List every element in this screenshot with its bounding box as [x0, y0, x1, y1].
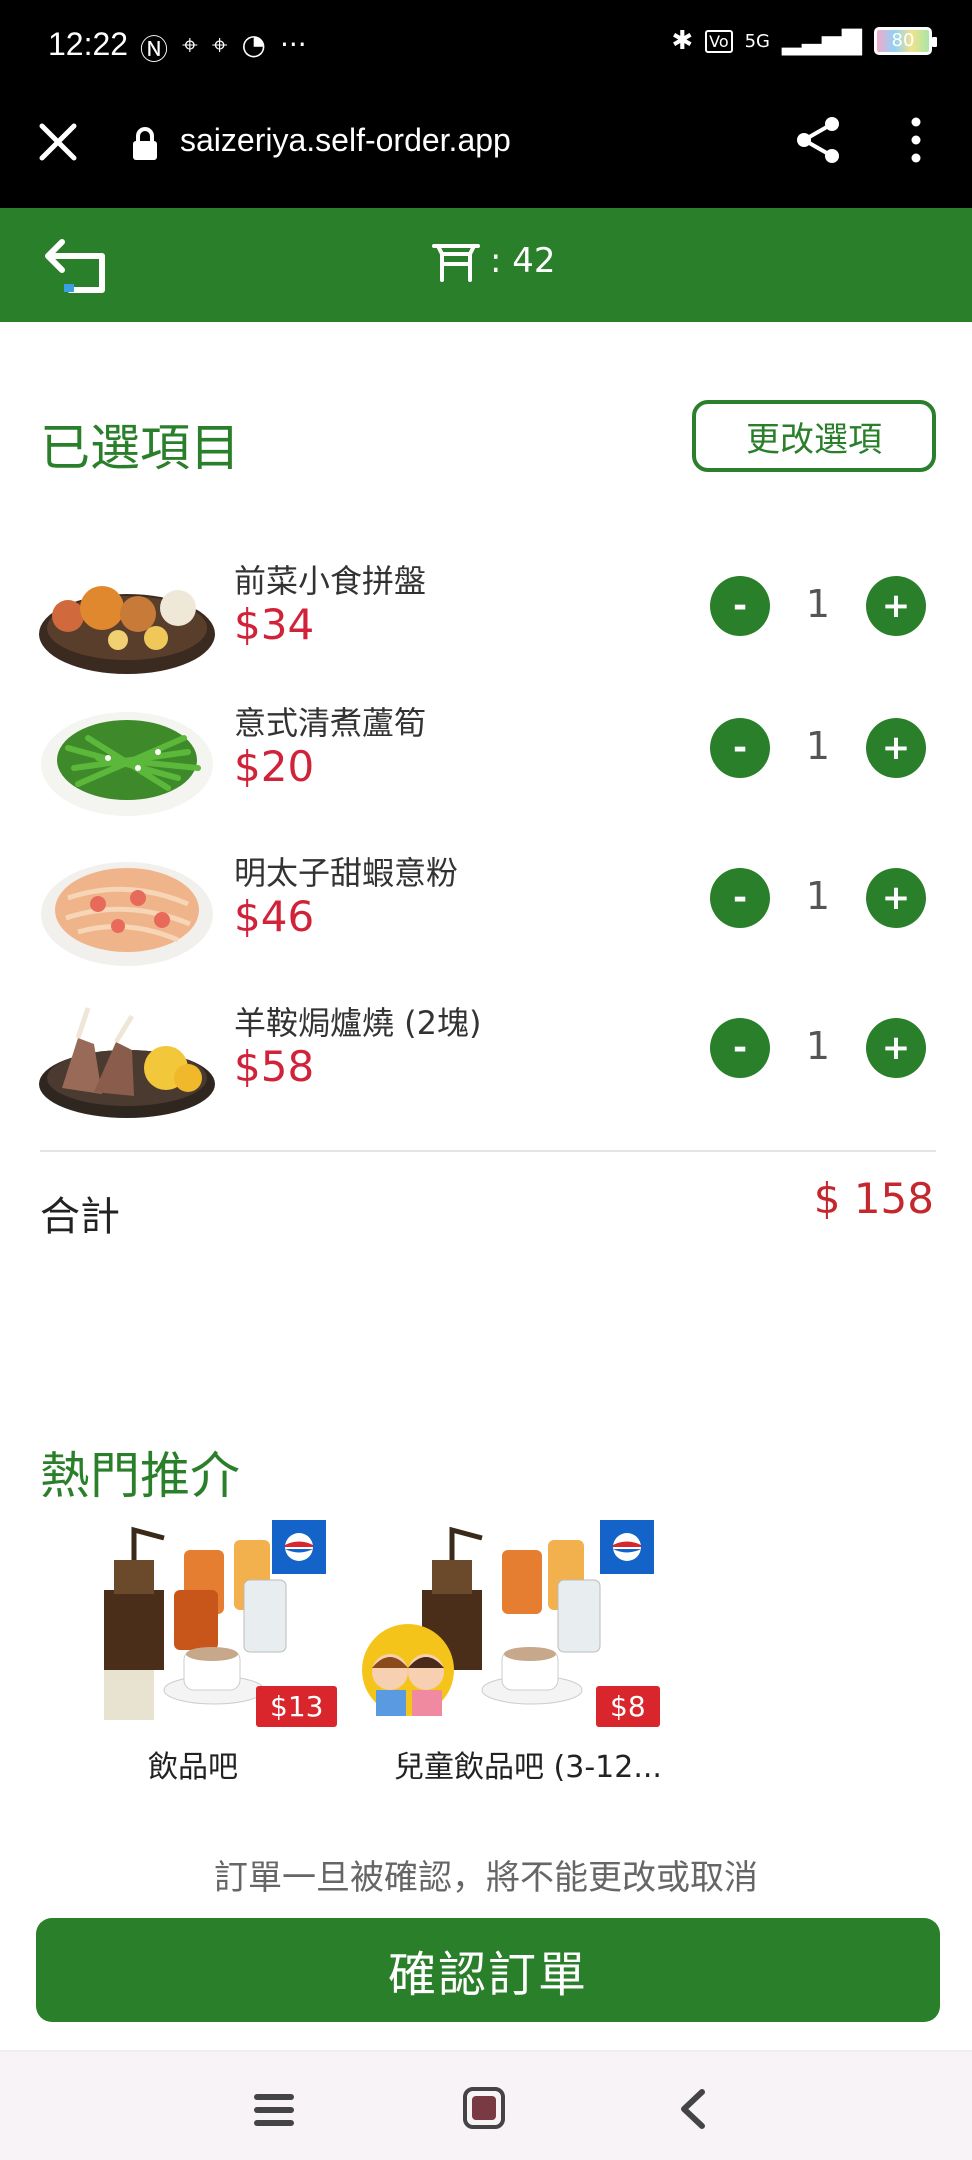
- battery-icon: 80: [874, 27, 937, 55]
- increase-quantity-button[interactable]: +: [866, 1018, 926, 1078]
- increase-quantity-button[interactable]: +: [866, 576, 926, 636]
- item-name: 前菜小食拼盤: [234, 562, 427, 600]
- system-nav-bar: [0, 2050, 972, 2160]
- menu-icon[interactable]: [252, 2090, 296, 2130]
- increase-quantity-button[interactable]: +: [866, 868, 926, 928]
- total-value: $ 158: [813, 1174, 934, 1223]
- decrease-quantity-button[interactable]: -: [710, 576, 770, 636]
- table-icon: [432, 244, 480, 282]
- volte-icon: Vo: [705, 29, 733, 53]
- signal-icon: ▂▃▅▇: [782, 26, 862, 56]
- status-notification-icons: Ⓝ ⌖ ⌖ ◔ ···: [140, 28, 307, 68]
- back-icon[interactable]: [676, 2088, 710, 2130]
- item-quantity: 1: [805, 724, 831, 768]
- status-bar: 12:22 Ⓝ ⌖ ⌖ ◔ ··· ✱ Vo 5G ▂▃▅▇ 80: [0, 0, 972, 90]
- decrease-quantity-button[interactable]: -: [710, 868, 770, 928]
- more-options-icon[interactable]: [904, 116, 928, 164]
- price-badge: $13: [256, 1686, 338, 1727]
- item-quantity: 1: [805, 582, 831, 626]
- url-text[interactable]: saizeriya.self-order.app: [180, 122, 511, 159]
- confirm-order-button[interactable]: 確認訂單: [36, 1918, 940, 2022]
- location-icon: ⌖: [182, 28, 198, 61]
- item-price: $34: [234, 600, 315, 649]
- back-arrow-icon[interactable]: [42, 234, 112, 296]
- item-price: $58: [234, 1042, 315, 1091]
- cart-item: 羊鞍焗爐燒 (2塊) $58 - 1 +: [38, 998, 938, 1138]
- recommend-title: 熱門推介: [40, 1447, 240, 1505]
- table-number: : 42: [430, 238, 556, 284]
- price-badge: $8: [596, 1686, 660, 1727]
- pepsi-logo: [600, 1520, 654, 1574]
- recommend-item[interactable]: $13 飲品吧: [84, 1520, 384, 1785]
- item-price: $46: [234, 892, 315, 941]
- wechat-icon: ◔: [241, 28, 266, 61]
- bluetooth-icon: ✱: [671, 26, 694, 56]
- item-name: 明太子甜蝦意粉: [234, 854, 459, 892]
- app-header: : 42: [0, 208, 972, 322]
- kids-drink-bar-image: [362, 1526, 601, 1716]
- item-quantity: 1: [805, 874, 831, 918]
- home-icon[interactable]: [462, 2086, 506, 2130]
- item-image: [38, 556, 216, 680]
- item-name: 意式清煮蘆筍: [234, 704, 427, 742]
- selected-items-title: 已選項目: [40, 419, 240, 477]
- order-notice: 訂單一旦被確認，將不能更改或取消: [214, 1858, 758, 1898]
- browser-bar: saizeriya.self-order.app: [0, 90, 972, 208]
- status-time: 12:22: [48, 26, 129, 62]
- share-icon[interactable]: [792, 114, 844, 166]
- table-number-label: : 42: [490, 241, 556, 281]
- change-options-button[interactable]: 更改選項: [692, 400, 936, 472]
- increase-quantity-button[interactable]: +: [866, 718, 926, 778]
- total-divider: [40, 1150, 936, 1152]
- cart-item: 明太子甜蝦意粉 $46 - 1 +: [38, 848, 938, 988]
- total-label: 合計: [40, 1194, 120, 1240]
- location-icon: ⌖: [211, 28, 228, 61]
- recommend-item-name: 飲品吧: [148, 1750, 238, 1785]
- network-type: 5G: [744, 30, 771, 52]
- status-system-icons: ✱ Vo 5G ▂▃▅▇ 80: [671, 26, 937, 56]
- lock-icon: [133, 127, 157, 160]
- cart-item: 前菜小食拼盤 $34 - 1 +: [38, 556, 938, 696]
- item-price: $20: [234, 742, 315, 791]
- more-notifications-icon: ···: [279, 28, 307, 61]
- pepsi-logo: [272, 1520, 326, 1574]
- recommend-item[interactable]: $8 兒童飲品吧 (3-12...: [362, 1520, 662, 1785]
- item-image: [38, 698, 216, 822]
- item-image: [38, 848, 216, 972]
- item-image: [38, 998, 216, 1122]
- close-icon[interactable]: [36, 120, 80, 164]
- item-name: 羊鞍焗爐燒 (2塊): [234, 1004, 482, 1042]
- decrease-quantity-button[interactable]: -: [710, 1018, 770, 1078]
- nfc-icon: Ⓝ: [140, 33, 169, 66]
- item-quantity: 1: [805, 1024, 831, 1068]
- recommend-item-name: 兒童飲品吧 (3-12...: [394, 1750, 662, 1785]
- cart-item: 意式清煮蘆筍 $20 - 1 +: [38, 698, 938, 838]
- decrease-quantity-button[interactable]: -: [710, 718, 770, 778]
